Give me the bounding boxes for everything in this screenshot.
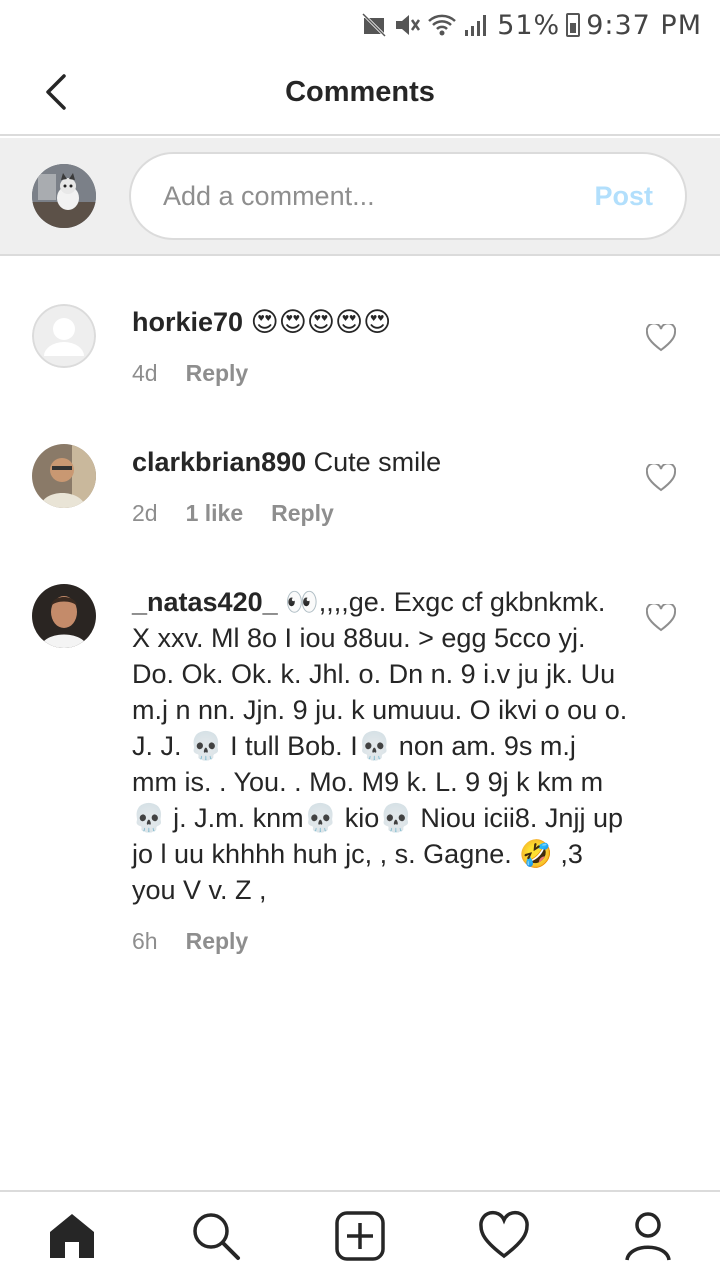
comment-body: _natas420_ 👀,,,,ge. Exgc cf gkbnkmk. X x… (132, 560, 628, 908)
reply-button[interactable]: Reply (186, 360, 249, 387)
wifi-icon (428, 14, 457, 36)
comments-list: horkie70 😍😍😍😍😍 4d Reply clarkbrian890 Cu… (0, 280, 720, 955)
heart-icon[interactable] (646, 324, 676, 352)
comment-username[interactable]: horkie70 (132, 307, 243, 337)
likes-count[interactable]: 1 like (186, 500, 244, 527)
signal-icon (465, 15, 487, 36)
status-bar: 51% 9:37 PM (0, 0, 720, 50)
activity-heart-icon[interactable] (478, 1210, 530, 1262)
clock: 9:37 PM (586, 9, 702, 41)
comment-body: clarkbrian890 Cute smile (132, 420, 628, 480)
comment-input[interactable] (163, 180, 595, 212)
comment-composer: Post (0, 138, 720, 256)
heart-icon[interactable] (646, 464, 676, 492)
comment-item: clarkbrian890 Cute smile 2d 1 like Reply (0, 420, 720, 560)
avatar[interactable] (32, 584, 96, 648)
comment-item: horkie70 😍😍😍😍😍 4d Reply (0, 280, 720, 420)
home-icon[interactable] (46, 1210, 98, 1262)
comment-text: 👀,,,,ge. Exgc cf gkbnkmk. X xxv. Ml 8o I… (132, 587, 628, 905)
comment-username[interactable]: _natas420_ (132, 587, 278, 617)
reply-button[interactable]: Reply (271, 500, 334, 527)
comment-body: horkie70 😍😍😍😍😍 (132, 280, 628, 340)
page-title: Comments (285, 75, 435, 108)
comment-meta: 4d Reply (132, 360, 628, 387)
avatar[interactable] (32, 304, 96, 368)
status-icons (361, 12, 489, 38)
battery-percent: 51% (497, 9, 561, 41)
profile-icon[interactable] (622, 1210, 674, 1262)
comment-time: 2d (132, 500, 158, 526)
comment-item: _natas420_ 👀,,,,ge. Exgc cf gkbnkmk. X x… (0, 560, 720, 955)
post-button[interactable]: Post (594, 181, 653, 212)
app-bar: Comments (0, 50, 720, 136)
reply-button[interactable]: Reply (186, 928, 249, 955)
search-icon[interactable] (190, 1210, 242, 1262)
vibrate-mute-icon (396, 15, 421, 35)
comment-meta: 6h Reply (132, 928, 628, 955)
comment-text: Cute smile (313, 447, 442, 477)
comment-meta: 2d 1 like Reply (132, 500, 628, 527)
comment-time: 4d (132, 360, 158, 386)
comment-text: 😍😍😍😍😍 (250, 307, 392, 337)
comment-input-wrapper[interactable]: Post (129, 152, 687, 240)
my-avatar (32, 164, 96, 228)
heart-icon[interactable] (646, 604, 676, 632)
add-post-icon[interactable] (334, 1210, 386, 1262)
battery-icon (566, 13, 581, 37)
bottom-nav (0, 1190, 720, 1280)
comment-time: 6h (132, 928, 158, 954)
comment-username[interactable]: clarkbrian890 (132, 447, 306, 477)
back-arrow-icon[interactable] (38, 72, 78, 112)
notifications-off-icon (362, 12, 387, 38)
avatar[interactable] (32, 444, 96, 508)
